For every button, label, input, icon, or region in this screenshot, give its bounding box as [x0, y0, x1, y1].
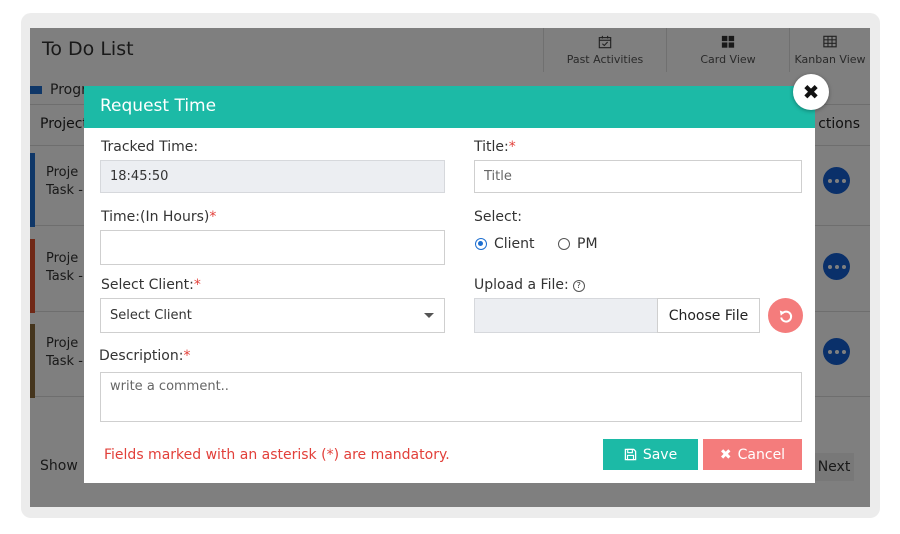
- radio-pm[interactable]: PM: [558, 236, 598, 252]
- required-asterisk: *: [508, 139, 516, 155]
- select-client-dropdown[interactable]: Select Client: [100, 298, 445, 333]
- description-textarea[interactable]: [110, 379, 792, 415]
- radio-client[interactable]: Client: [475, 236, 535, 252]
- cancel-button[interactable]: ✖ Cancel: [703, 439, 802, 470]
- tracked-time-value: 18:45:50: [110, 169, 169, 184]
- help-icon[interactable]: ?: [572, 279, 585, 292]
- tracked-time-label: Tracked Time:: [101, 139, 199, 155]
- radio-client-label: Client: [494, 236, 535, 252]
- select-type-label: Select:: [474, 209, 522, 225]
- required-asterisk: *: [183, 348, 191, 364]
- radio-client-button[interactable]: [475, 238, 487, 250]
- title-input[interactable]: [484, 169, 792, 184]
- description-label: Description:*: [99, 348, 191, 364]
- select-client-label: Select Client:*: [101, 277, 201, 293]
- time-hours-label: Time:(In Hours)*: [101, 209, 217, 225]
- upload-file-label: Upload a File:?: [474, 277, 585, 293]
- file-path-display: [474, 298, 658, 333]
- times-icon: ✖: [719, 446, 732, 463]
- description-textarea-wrap: [100, 372, 802, 422]
- chevron-down-icon: [424, 313, 434, 318]
- undo-icon: [779, 310, 792, 323]
- cancel-label: Cancel: [737, 446, 786, 463]
- required-asterisk: *: [209, 209, 217, 225]
- title-input-wrap: [474, 160, 802, 193]
- request-time-modal: Request Time Tracked Time: 18:45:50 Titl…: [84, 86, 815, 483]
- required-asterisk: *: [193, 277, 201, 293]
- modal-header: Request Time: [84, 86, 815, 128]
- save-button[interactable]: Save: [603, 439, 698, 470]
- select-client-value: Select Client: [110, 308, 192, 323]
- time-hours-input[interactable]: [110, 240, 435, 255]
- tracked-time-field: 18:45:50: [100, 160, 445, 193]
- save-icon: [624, 448, 637, 461]
- choose-file-button[interactable]: Choose File: [657, 298, 760, 333]
- radio-pm-button[interactable]: [558, 238, 570, 250]
- radio-pm-label: PM: [577, 236, 598, 252]
- close-icon[interactable]: ✖: [793, 74, 829, 110]
- title-label: Title:*: [474, 139, 516, 155]
- modal-title: Request Time: [100, 96, 217, 116]
- mandatory-note: Fields marked with an asterisk (*) are m…: [104, 447, 450, 463]
- time-hours-input-wrap: [100, 230, 445, 265]
- save-label: Save: [642, 446, 678, 463]
- reset-upload-button[interactable]: [768, 298, 803, 333]
